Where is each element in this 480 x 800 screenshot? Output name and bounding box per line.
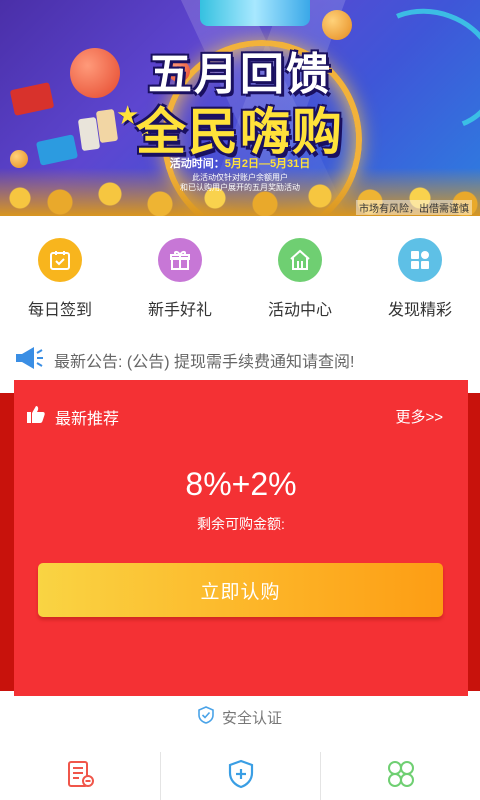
promo-banner[interactable]: 五月回馈 ★ ★ 全民嗨购 活动时间：5月2日—5月31日 此活动仅针对账户余额…	[0, 0, 480, 216]
bottom-feature-row	[0, 752, 480, 800]
ball-decoration	[322, 10, 352, 40]
menu-item-label: 新手好礼	[147, 302, 212, 319]
gift-icon	[158, 238, 202, 282]
menu-item-discover[interactable]: 发现精彩	[360, 216, 480, 332]
more-link[interactable]: 更多>>	[395, 406, 443, 427]
subscribe-now-button[interactable]: 立即认购	[38, 563, 443, 617]
home-activity-icon	[278, 238, 322, 282]
shield-check-icon	[198, 705, 214, 729]
menu-item-activity-center[interactable]: 活动中心	[240, 216, 360, 332]
megaphone-icon	[14, 345, 44, 376]
bottom-item-more[interactable]	[320, 752, 480, 800]
banner-note-line: 和已认购用户展开的五月奖励活动	[180, 183, 300, 192]
announcement-text: 最新公告: (公告) 提现需手续费通知请查阅!	[54, 354, 355, 371]
gift-boxes-image	[200, 0, 310, 26]
banner-date-range: 5月2日—5月31日	[224, 158, 311, 170]
risk-warning: 市场有风险，出借需谨慎	[356, 200, 472, 215]
clover-icon	[385, 758, 417, 800]
calendar-check-icon	[38, 238, 82, 282]
menu-item-newbie-gift[interactable]: 新手好礼	[120, 216, 240, 332]
discover-grid-icon	[398, 238, 442, 282]
security-text: 安全认证	[221, 709, 282, 727]
security-certification: 安全认证	[0, 704, 480, 730]
bottom-item-security[interactable]	[160, 752, 320, 800]
banner-activity-time: 活动时间：5月2日—5月31日	[0, 155, 480, 171]
menu-item-daily-signin[interactable]: 每日签到	[0, 216, 120, 332]
menu-item-label: 每日签到	[27, 302, 92, 319]
quick-menu: 每日签到 新手好礼 活动中心 发现精彩	[0, 216, 480, 332]
bottom-item-records[interactable]	[0, 752, 160, 800]
document-list-icon	[64, 758, 96, 800]
shield-plus-icon	[225, 758, 257, 800]
menu-item-label: 发现精彩	[387, 302, 452, 319]
recommend-title: 最新推荐	[55, 410, 120, 428]
banner-description: 此活动仅针对账户余额用户 和已认购用户展开的五月奖励活动	[0, 173, 480, 193]
thumbs-up-icon	[26, 404, 46, 429]
banner-time-label: 活动时间：	[169, 158, 225, 170]
remaining-amount-label: 剩余可购金额:	[197, 516, 285, 532]
interest-rate: 8%+2%	[185, 466, 297, 502]
banner-subheadline: 全民嗨购	[136, 103, 344, 161]
recommend-header: 最新推荐	[26, 404, 119, 429]
menu-item-label: 活动中心	[267, 302, 332, 319]
announcement-bar[interactable]: 最新公告: (公告) 提现需手续费通知请查阅!	[0, 340, 480, 380]
banner-note-line: 此活动仅针对账户余额用户	[192, 173, 288, 182]
